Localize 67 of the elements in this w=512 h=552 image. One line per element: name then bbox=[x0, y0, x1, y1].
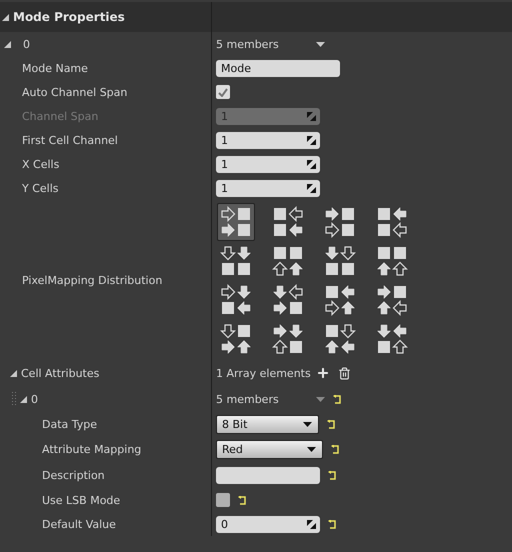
property-label: Data Type bbox=[42, 418, 98, 430]
number-field[interactable]: 1 bbox=[216, 132, 320, 148]
member-count: 5 members bbox=[216, 392, 280, 406]
property-label: Description bbox=[42, 468, 105, 482]
caret-icon bbox=[307, 446, 316, 452]
number-field[interactable]: 1 bbox=[216, 180, 320, 196]
checkbox[interactable] bbox=[216, 85, 230, 99]
distribution-icon bbox=[324, 284, 356, 316]
expand-arrow-icon[interactable] bbox=[2, 14, 9, 20]
property-label: Y Cells bbox=[22, 182, 59, 194]
checkmark-icon bbox=[218, 88, 228, 96]
expand-arrow-icon[interactable] bbox=[4, 40, 11, 48]
spin-icon[interactable] bbox=[307, 136, 316, 144]
text-field[interactable]: Mode bbox=[216, 60, 340, 76]
distribution-icon bbox=[324, 323, 356, 355]
reset-icon[interactable] bbox=[333, 394, 342, 404]
array-count: 1 Array elements bbox=[216, 366, 308, 380]
checkbox[interactable] bbox=[216, 493, 230, 507]
reset-icon[interactable] bbox=[331, 444, 340, 454]
reset-icon[interactable] bbox=[327, 420, 336, 428]
entry-index: 0 bbox=[23, 38, 30, 50]
reset-icon[interactable] bbox=[328, 520, 337, 528]
distribution-icon bbox=[376, 206, 408, 238]
caret-icon bbox=[303, 422, 312, 426]
property-label: Channel Span bbox=[22, 110, 98, 122]
caret-icon bbox=[316, 42, 325, 46]
distribution-option[interactable] bbox=[217, 203, 255, 241]
distribution-icon bbox=[272, 206, 304, 238]
expand-arrow-icon[interactable] bbox=[10, 370, 17, 376]
property-label: Use LSB Mode bbox=[42, 494, 120, 506]
property-label: Mode Name bbox=[22, 62, 88, 74]
caret-icon bbox=[316, 396, 325, 402]
distribution-icon bbox=[376, 245, 408, 277]
expand-arrow-icon[interactable] bbox=[20, 396, 27, 402]
add-icon[interactable] bbox=[316, 366, 330, 380]
distribution-icon bbox=[376, 323, 408, 355]
property-label: X Cells bbox=[22, 158, 60, 170]
distribution-icon bbox=[220, 206, 252, 238]
distribution-icon bbox=[376, 284, 408, 316]
reset-icon[interactable] bbox=[328, 470, 337, 480]
entry-index: 0 bbox=[31, 392, 38, 406]
member-count: 5 members bbox=[216, 38, 280, 50]
distribution-icon bbox=[272, 245, 304, 277]
distribution-icon bbox=[324, 206, 356, 238]
dropdown[interactable]: 8 Bit bbox=[216, 414, 319, 434]
property-label: Cell Attributes bbox=[21, 366, 100, 380]
property-label: Auto Channel Span bbox=[22, 86, 128, 98]
delete-icon[interactable] bbox=[338, 366, 351, 380]
spin-icon[interactable] bbox=[307, 520, 316, 528]
dropdown[interactable]: Red bbox=[216, 440, 323, 458]
distribution-icon bbox=[220, 284, 252, 316]
panel-title: Mode Properties bbox=[13, 10, 125, 24]
spin-icon[interactable] bbox=[307, 160, 316, 168]
distribution-icon bbox=[220, 323, 252, 355]
property-label: Attribute Mapping bbox=[42, 442, 142, 456]
distribution-icon bbox=[272, 284, 304, 316]
distribution-icon bbox=[324, 245, 356, 277]
property-label: Default Value bbox=[42, 518, 116, 530]
text-field[interactable] bbox=[216, 466, 320, 484]
property-label: First Cell Channel bbox=[22, 134, 118, 146]
reset-icon[interactable] bbox=[238, 496, 247, 504]
number-field[interactable]: 0 bbox=[216, 516, 320, 532]
number-field[interactable]: 1 bbox=[216, 156, 320, 172]
spin-icon[interactable] bbox=[307, 184, 316, 192]
distribution-icon bbox=[272, 323, 304, 355]
distribution-icon bbox=[220, 245, 252, 277]
property-label: PixelMapping Distribution bbox=[22, 274, 162, 286]
